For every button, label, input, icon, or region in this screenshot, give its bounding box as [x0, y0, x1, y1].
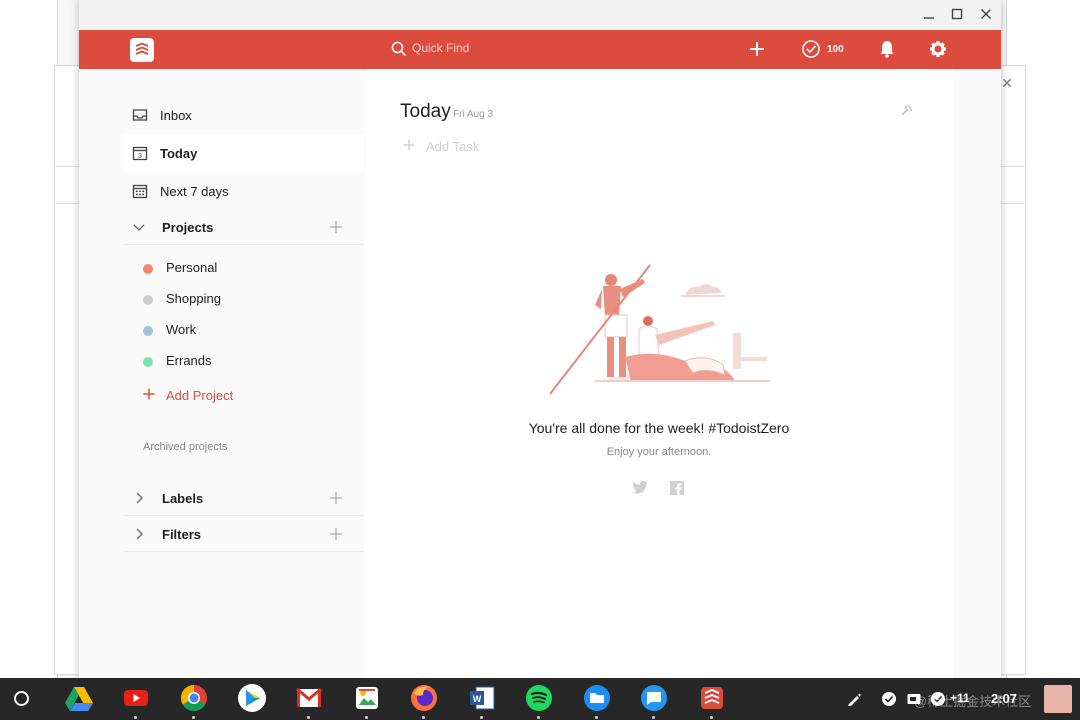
facebook-icon[interactable] [668, 480, 686, 496]
add-filter-plus-icon[interactable] [329, 527, 343, 541]
project-label: Errands [166, 353, 212, 368]
svg-text:W: W [473, 694, 482, 704]
close-icon[interactable] [975, 4, 997, 26]
launcher-icon[interactable] [14, 691, 29, 706]
search-icon [391, 41, 407, 57]
inbox-icon [132, 109, 148, 121]
avatar[interactable] [1044, 685, 1072, 713]
sidebar: Inbox 3 Today Next 7 days Projects Perso… [79, 69, 365, 678]
sidebar-item-today[interactable]: 3 Today [124, 134, 364, 172]
right-gutter [953, 69, 1001, 678]
empty-state-heading: You're all done for the week! #TodoistZe… [528, 420, 790, 436]
main-content: Today Fri Aug 3 Add Task You're all done… [365, 69, 953, 678]
add-task-quick-icon[interactable] [748, 38, 766, 60]
todoist-zero-illustration [549, 264, 770, 395]
chevron-down-icon[interactable] [133, 221, 145, 233]
sidebar-item-inbox[interactable]: Inbox [124, 96, 364, 134]
todoist-window: Quick Find 100 Inbox 3 Today Next 7 days… [79, 0, 1001, 678]
google-drive-icon[interactable] [64, 683, 94, 713]
labels-section-header[interactable]: Labels [124, 480, 364, 516]
firefox-icon[interactable] [409, 683, 439, 719]
add-project-button[interactable]: Add Project [124, 381, 324, 409]
project-color-dot [143, 295, 153, 305]
files-icon[interactable] [582, 683, 612, 719]
page-title: Today [400, 101, 451, 122]
projects-label: Projects [162, 220, 214, 235]
labels-label: Labels [162, 491, 204, 506]
page-date: Fri Aug 3 [453, 109, 494, 120]
sidebar-item-label: Today [160, 146, 198, 161]
chrome-icon[interactable] [179, 683, 209, 719]
add-task-button[interactable]: Add Task [400, 136, 520, 156]
project-item-shopping[interactable]: Shopping [124, 283, 364, 314]
search-placeholder: Quick Find [412, 41, 470, 55]
project-label: Personal [166, 260, 218, 275]
filters-section-header[interactable]: Filters [124, 516, 364, 552]
project-color-dot [143, 326, 153, 336]
karma-count[interactable]: 100 [827, 44, 844, 55]
bell-icon[interactable] [878, 38, 896, 60]
view-options-icon[interactable] [899, 102, 915, 118]
add-task-label: Add Task [426, 139, 480, 154]
project-color-dot [143, 264, 153, 274]
todoist-icon[interactable] [697, 683, 727, 719]
top-bar: Quick Find 100 [79, 30, 1001, 69]
plus-icon [403, 139, 415, 151]
add-project-label: Add Project [166, 388, 234, 403]
project-label: Shopping [166, 291, 221, 306]
projects-section-header[interactable]: Projects [124, 209, 364, 245]
calendar-today-icon: 3 [132, 146, 148, 161]
project-item-work[interactable]: Work [124, 314, 364, 345]
watermark-text: @稀土掘金技术社区 [914, 694, 1032, 709]
karma-check-icon[interactable] [801, 38, 821, 60]
chevron-right-icon[interactable] [133, 492, 145, 504]
empty-state-subtitle: Enjoy your afternoon. [606, 446, 712, 458]
play-store-icon[interactable] [237, 683, 267, 713]
sidebar-item-label: Next 7 days [160, 184, 229, 199]
calendar-week-icon [132, 184, 148, 199]
chevron-right-icon[interactable] [133, 528, 145, 540]
word-icon[interactable]: W [467, 683, 497, 719]
quick-find-search[interactable]: Quick Find [389, 38, 589, 60]
check-circle-icon[interactable] [881, 691, 897, 707]
todoist-logo-icon[interactable] [130, 38, 154, 62]
sidebar-item-next-7-days[interactable]: Next 7 days [124, 172, 364, 210]
window-caption-bar [79, 0, 1001, 30]
project-label: Work [166, 322, 197, 337]
background-close-icon[interactable]: ✕ [1000, 76, 1014, 90]
messages-icon[interactable] [639, 683, 669, 719]
youtube-icon[interactable] [121, 683, 151, 719]
spotify-icon[interactable] [524, 683, 554, 719]
minimize-icon[interactable] [918, 4, 940, 26]
archived-projects-link[interactable]: Archived projects [143, 441, 227, 453]
gmail-icon[interactable] [294, 683, 324, 719]
stylus-icon[interactable] [846, 691, 862, 707]
photos-icon[interactable] [352, 683, 382, 719]
filters-label: Filters [162, 527, 202, 542]
calendar-day-number: 3 [138, 153, 142, 160]
project-item-errands[interactable]: Errands [124, 345, 364, 376]
sidebar-item-label: Inbox [160, 108, 192, 123]
settings-gear-icon[interactable] [928, 38, 948, 60]
add-label-plus-icon[interactable] [329, 491, 343, 505]
maximize-icon[interactable] [946, 4, 968, 26]
plus-icon [143, 388, 155, 400]
twitter-icon[interactable] [631, 480, 649, 496]
project-item-personal[interactable]: Personal [124, 252, 364, 283]
add-project-plus-icon[interactable] [329, 220, 343, 234]
project-color-dot [143, 357, 153, 367]
